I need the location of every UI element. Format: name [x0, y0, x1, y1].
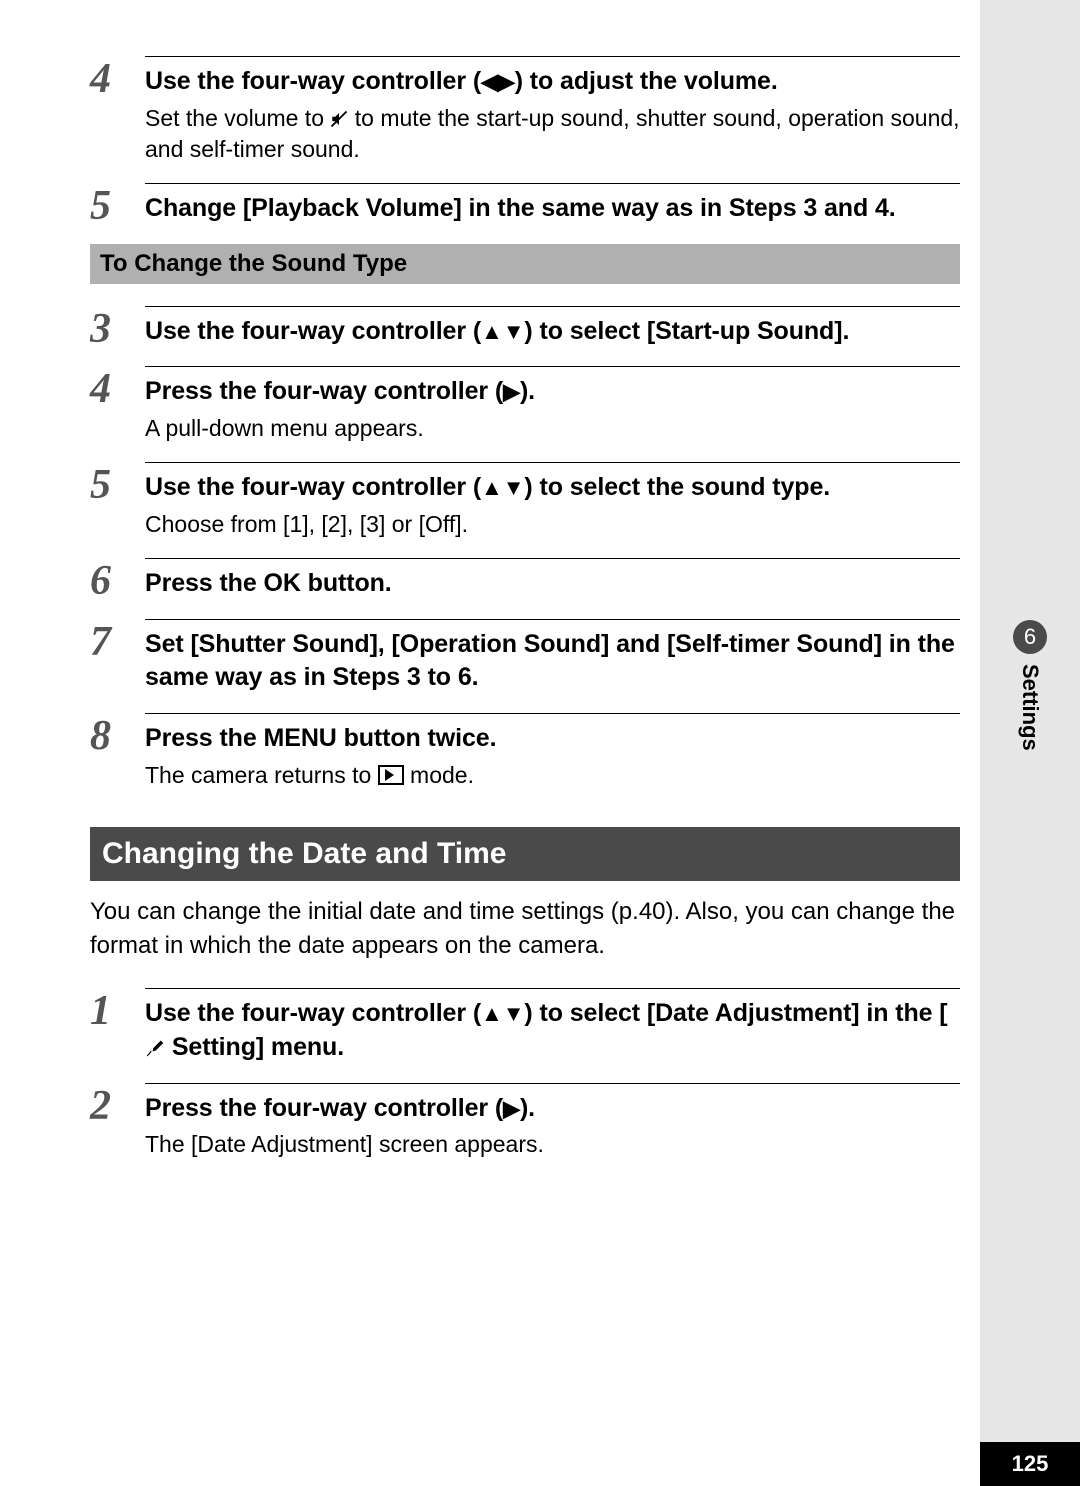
volume-step: 5Change [Playback Volume] in the same wa…: [90, 177, 960, 234]
sound-type-step: 3Use the four-way controller (▲▼) to sel…: [90, 300, 960, 357]
text-run: Press the: [145, 569, 264, 597]
step-title: Use the four-way controller (▲▼) to sele…: [145, 471, 960, 505]
step-number: 5: [90, 462, 145, 506]
text-run: Choose from [1], [2], [3] or [Off].: [145, 511, 468, 537]
step-number: 1: [90, 988, 145, 1032]
sound-type-step: 4Press the four-way controller (▶). A pul…: [90, 360, 960, 452]
step-title: Press the MENU button twice.: [145, 722, 960, 756]
step-body: Press the MENU button twice. The camera r…: [145, 713, 960, 799]
text-run: Set [Shutter Sound], [Operation Sound] a…: [145, 630, 955, 692]
text-run: Press the four-way controller (: [145, 1094, 503, 1122]
step-description: A pull-down menu appears.: [145, 413, 960, 444]
playback-mode-icon: [378, 765, 404, 785]
step-description: The camera returns to mode.: [145, 760, 960, 791]
date-time-steps: 1Use the four-way controller (▲▼) to sel…: [90, 982, 960, 1168]
text-run: ) to select the sound type.: [524, 473, 830, 501]
step-body: Use the four-way controller (◀▶) to adju…: [145, 56, 960, 173]
step-body: Press the four-way controller (▶). The [D…: [145, 1083, 960, 1169]
chapter-number-badge: 6: [1013, 620, 1047, 654]
step-title: Press the four-way controller (▶).: [145, 375, 960, 409]
mute-icon: [330, 110, 348, 128]
text-run: Use the four-way controller (: [145, 999, 481, 1027]
text-run: Use the four-way controller (: [145, 473, 481, 501]
section-intro-text: You can change the initial date and time…: [90, 895, 960, 962]
text-run: The camera returns to: [145, 762, 378, 788]
text-run: ) to select [Date Adjustment] in the [: [524, 999, 947, 1027]
menu-button-label: MENU: [264, 724, 337, 752]
step-number: 4: [90, 366, 145, 410]
step-number: 5: [90, 183, 145, 227]
page-content: 4Use the four-way controller (◀▶) to adj…: [90, 50, 960, 1172]
step-body: Press the four-way controller (▶). A pull…: [145, 366, 960, 452]
step-number: 4: [90, 56, 145, 100]
step-number: 8: [90, 713, 145, 757]
down-arrow-icon: ▼: [503, 317, 525, 347]
step-title: Press the OK button.: [145, 567, 960, 601]
step-number: 7: [90, 619, 145, 663]
text-run: ) to select [Start-up Sound].: [524, 317, 849, 345]
step-number: 6: [90, 558, 145, 602]
chapter-tab: 6 Settings: [980, 620, 1080, 756]
date-time-step: 1Use the four-way controller (▲▼) to sel…: [90, 982, 960, 1073]
text-run: ).: [520, 1094, 535, 1122]
text-run: Change [Playback Volume] in the same way…: [145, 194, 896, 222]
tool-icon: [145, 1038, 165, 1058]
sound-type-steps: 3Use the four-way controller (▲▼) to sel…: [90, 300, 960, 799]
text-run: Setting] menu.: [165, 1033, 344, 1061]
manual-page: 4Use the four-way controller (◀▶) to adj…: [0, 0, 1080, 1486]
ok-button-label: OK: [264, 569, 301, 597]
text-run: Set the volume to: [145, 105, 330, 131]
up-arrow-icon: ▲: [481, 473, 503, 503]
sound-type-step: 5Use the four-way controller (▲▼) to sel…: [90, 456, 960, 548]
text-run: Use the four-way controller (: [145, 67, 481, 95]
sound-type-step: 7Set [Shutter Sound], [Operation Sound] …: [90, 613, 960, 704]
down-arrow-icon: ▼: [503, 999, 525, 1029]
volume-step: 4Use the four-way controller (◀▶) to adj…: [90, 50, 960, 173]
sound-type-step: 6Press the OK button.: [90, 552, 960, 609]
text-run: The [Date Adjustment] screen appears.: [145, 1131, 544, 1157]
left-arrow-icon: ◀: [481, 67, 498, 97]
step-title: Change [Playback Volume] in the same way…: [145, 192, 960, 226]
text-run: button twice.: [337, 724, 497, 752]
right-arrow-icon: ▶: [503, 377, 520, 407]
step-title: Set [Shutter Sound], [Operation Sound] a…: [145, 628, 960, 696]
step-number: 2: [90, 1083, 145, 1127]
up-arrow-icon: ▲: [481, 317, 503, 347]
step-title: Use the four-way controller (◀▶) to adju…: [145, 65, 960, 99]
step-description: Set the volume to to mute the start-up s…: [145, 103, 960, 165]
text-run: Use the four-way controller (: [145, 317, 481, 345]
step-body: Use the four-way controller (▲▼) to sele…: [145, 462, 960, 548]
step-body: Set [Shutter Sound], [Operation Sound] a…: [145, 619, 960, 704]
text-run: ) to adjust the volume.: [515, 67, 778, 95]
step-body: Use the four-way controller (▲▼) to sele…: [145, 306, 960, 357]
text-run: Press the: [145, 724, 264, 752]
sound-type-step: 8Press the MENU button twice. The camera …: [90, 707, 960, 799]
step-title: Use the four-way controller (▲▼) to sele…: [145, 315, 960, 349]
section-title-date-time: Changing the Date and Time: [90, 827, 960, 881]
page-number: 125: [980, 1442, 1080, 1486]
down-arrow-icon: ▼: [503, 473, 525, 503]
step-title: Press the four-way controller (▶).: [145, 1092, 960, 1126]
text-run: mode.: [404, 762, 474, 788]
text-run: A pull-down menu appears.: [145, 415, 424, 441]
text-run: button.: [301, 569, 392, 597]
step-body: Use the four-way controller (▲▼) to sele…: [145, 988, 960, 1073]
text-run: ).: [520, 377, 535, 405]
text-run: Press the four-way controller (: [145, 377, 503, 405]
date-time-step: 2Press the four-way controller (▶). The […: [90, 1077, 960, 1169]
right-arrow-icon: ▶: [503, 1094, 520, 1124]
step-body: Change [Playback Volume] in the same way…: [145, 183, 960, 234]
sound-type-heading: To Change the Sound Type: [90, 244, 960, 284]
step-title: Use the four-way controller (▲▼) to sele…: [145, 997, 960, 1065]
chapter-label: Settings: [1017, 664, 1043, 751]
step-description: Choose from [1], [2], [3] or [Off].: [145, 509, 960, 540]
step-number: 3: [90, 306, 145, 350]
step-description: The [Date Adjustment] screen appears.: [145, 1129, 960, 1160]
right-arrow-icon: ▶: [498, 67, 515, 97]
step-body: Press the OK button.: [145, 558, 960, 609]
up-arrow-icon: ▲: [481, 999, 503, 1029]
volume-steps: 4Use the four-way controller (◀▶) to adj…: [90, 50, 960, 234]
